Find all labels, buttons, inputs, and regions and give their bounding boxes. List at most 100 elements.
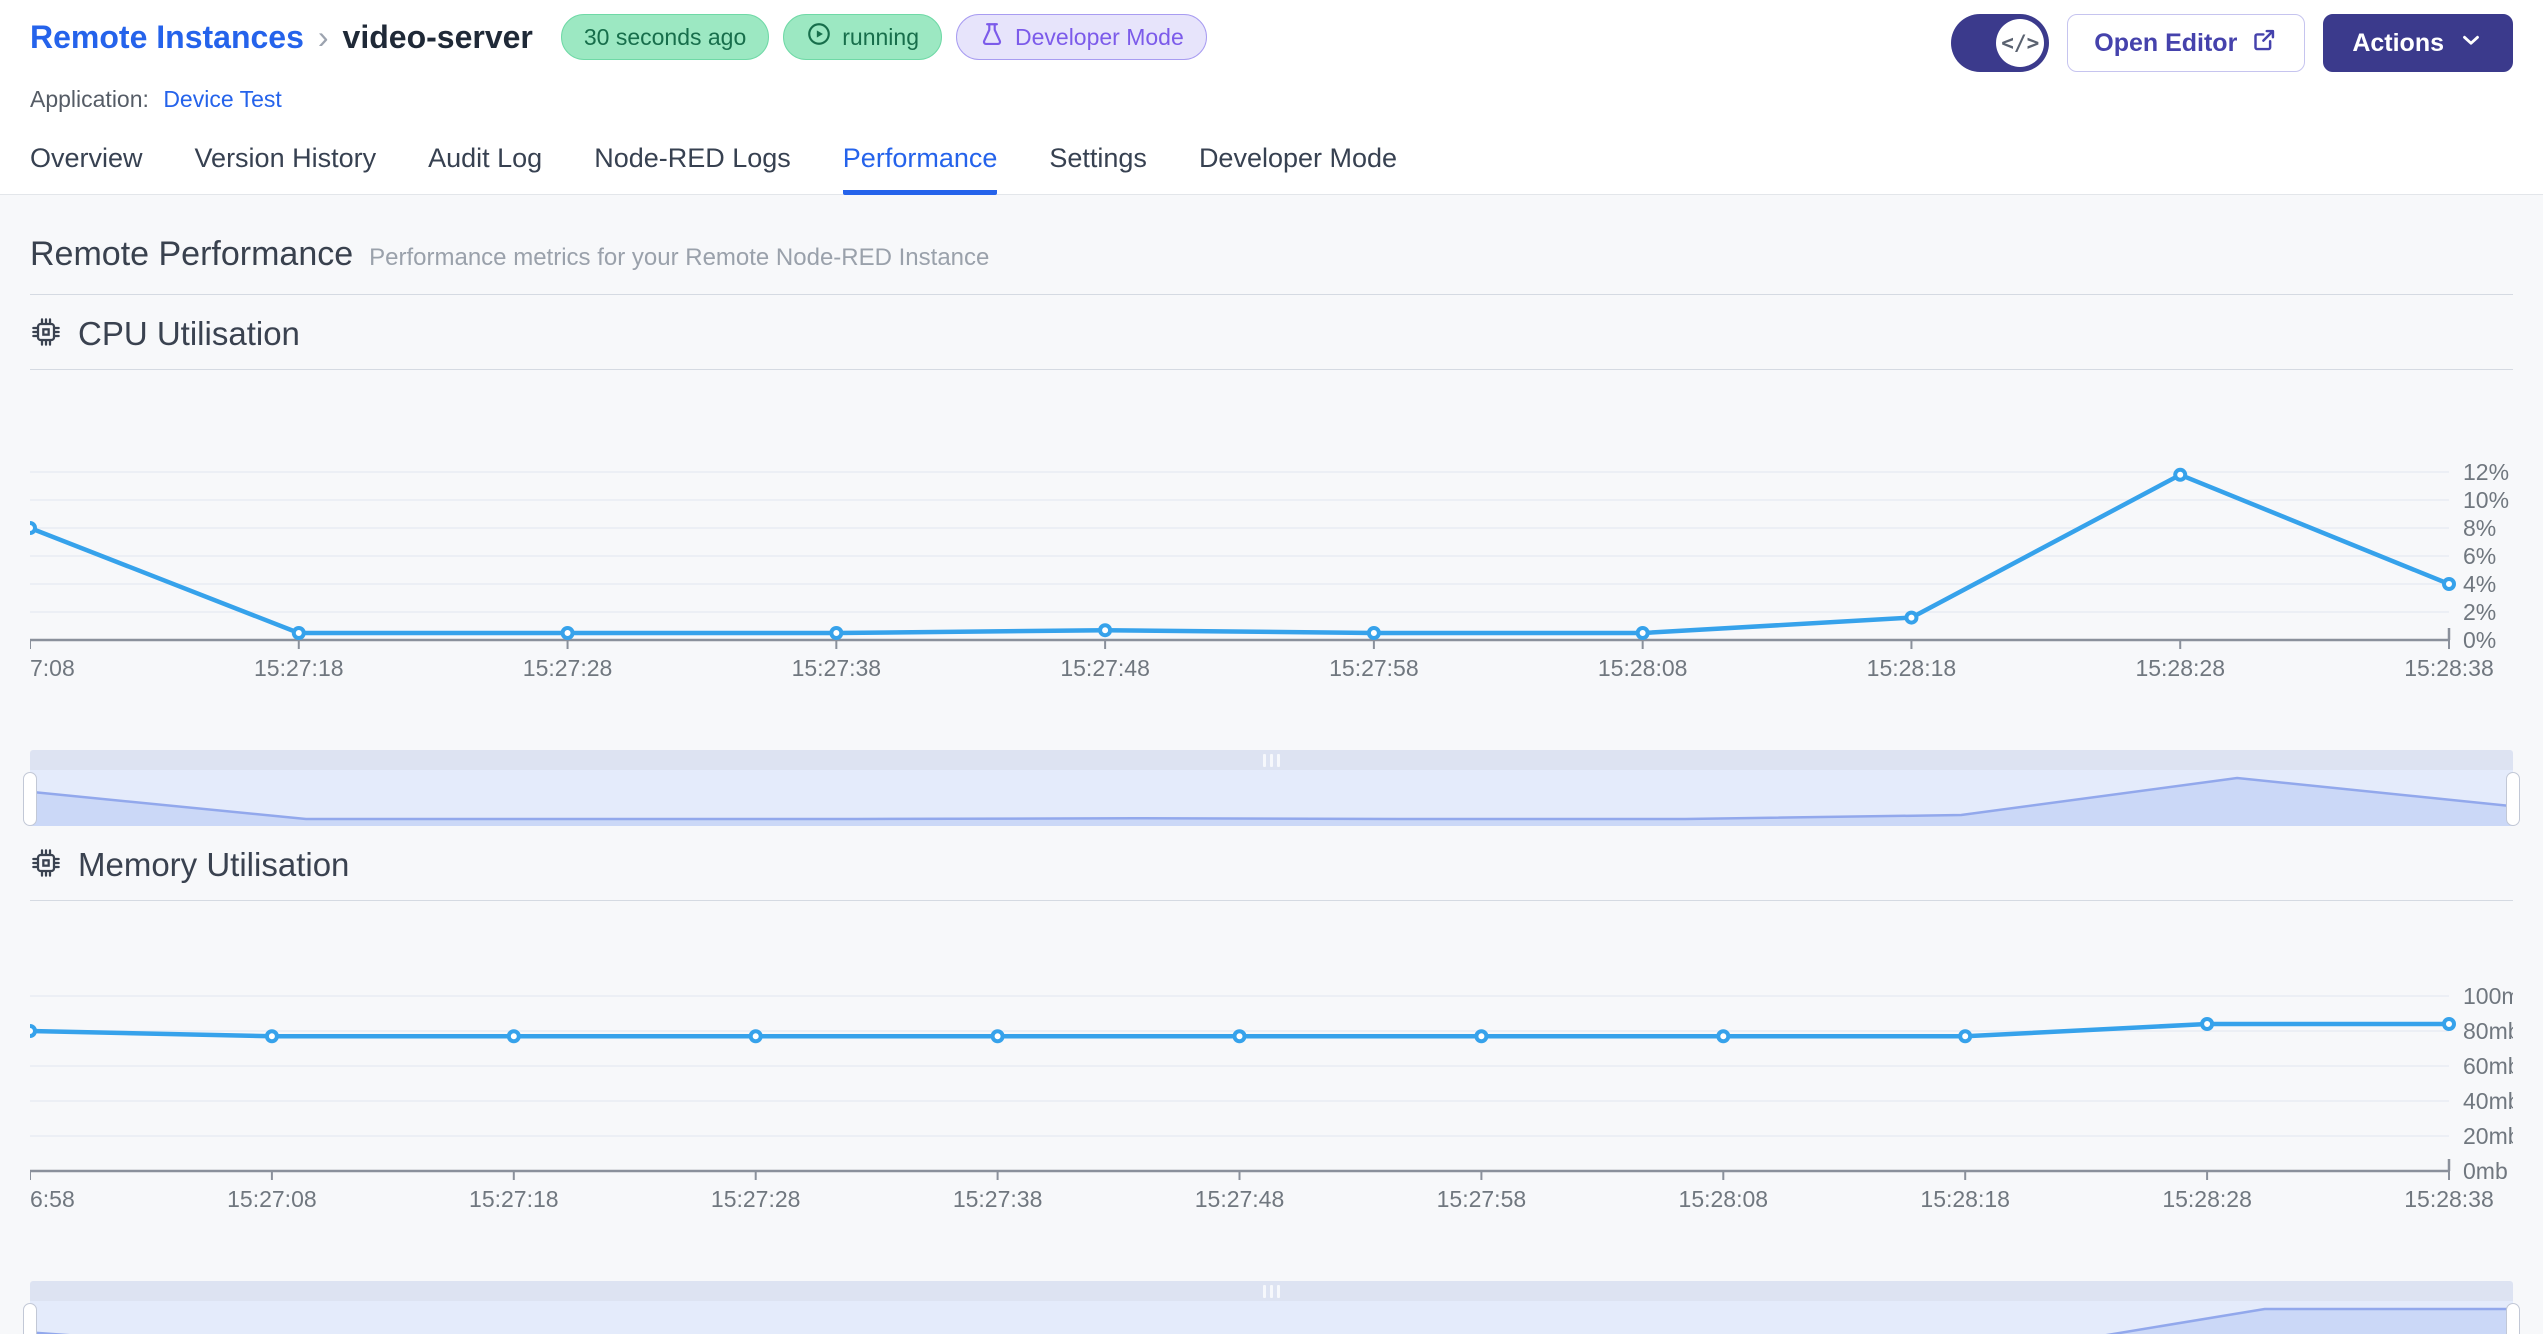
instance-name: video-server	[342, 18, 533, 55]
developer-mode-toggle[interactable]: </>	[1951, 14, 2050, 72]
divider	[30, 294, 2513, 295]
svg-text:15:28:38: 15:28:38	[2404, 655, 2494, 680]
memory-range-minimap	[30, 1307, 2513, 1334]
grip-handle-icon	[1270, 753, 1273, 767]
last-seen-badge-label: 30 seconds ago	[583, 23, 747, 50]
cpu-utilisation-chart: 15:27:08 15:27:18 15:27:28 15:27:38 15:27:48…	[30, 459, 2509, 680]
memory-range-right-handle[interactable]	[2506, 1303, 2520, 1334]
svg-text:15:27:18: 15:27:18	[469, 1186, 559, 1211]
cpu-range-track[interactable]	[30, 770, 2513, 826]
memory-section-title: Memory Utilisation	[78, 846, 350, 883]
code-icon: </>	[1996, 19, 2045, 67]
cpu-range-minimap	[30, 776, 2513, 826]
svg-text:0mb: 0mb	[2463, 1158, 2508, 1184]
svg-text:100mb: 100mb	[2463, 983, 2513, 1009]
tab-version-history[interactable]: Version History	[195, 119, 377, 195]
application-label: Application:	[30, 86, 149, 112]
cpu-range-right-handle[interactable]	[2506, 772, 2520, 826]
svg-text:15:27:48: 15:27:48	[1060, 655, 1150, 680]
page-title: Remote Performance	[30, 235, 354, 273]
svg-text:15:28:38: 15:28:38	[2404, 1186, 2494, 1211]
beaker-icon	[979, 21, 1005, 53]
page-subtitle: Performance metrics for your Remote Node…	[369, 244, 990, 271]
tab-audit-log[interactable]: Audit Log	[428, 119, 542, 195]
divider	[30, 369, 2513, 370]
cpu-range-drag-bar[interactable]	[30, 750, 2513, 770]
performance-panel: Remote Performance Performance metrics f…	[0, 195, 2543, 1334]
svg-text:15:27:28: 15:27:28	[523, 655, 613, 680]
tab-overview[interactable]: Overview	[30, 119, 143, 195]
cpu-chip-icon	[30, 847, 62, 884]
last-seen-badge: 30 seconds ago	[560, 14, 770, 60]
tab-developer-mode[interactable]: Developer Mode	[1199, 119, 1397, 195]
memory-range-track[interactable]	[30, 1301, 2513, 1334]
svg-text:15:28:28: 15:28:28	[2162, 1186, 2252, 1211]
svg-text:15:27:38: 15:27:38	[792, 655, 882, 680]
tab-performance[interactable]: Performance	[842, 119, 998, 195]
svg-text:80mb: 80mb	[2463, 1018, 2513, 1044]
header-actions: </> Open Editor Actions	[1951, 14, 2513, 72]
application-line: Application: Device Test	[30, 86, 2513, 119]
breadcrumb: Remote Instances › video-server	[30, 19, 533, 56]
developer-mode-badge: Developer Mode	[956, 14, 1207, 60]
svg-text:15:28:08: 15:28:08	[1598, 655, 1688, 680]
instance-tabs: Overview Version History Audit Log Node-…	[0, 119, 2543, 195]
svg-text:2%: 2%	[2463, 599, 2496, 625]
memory-chart-range-slider[interactable]	[23, 1281, 2520, 1334]
svg-text:15:27:58: 15:27:58	[1329, 655, 1419, 680]
divider	[30, 900, 2513, 901]
cpu-section-title: CPU Utilisation	[78, 315, 300, 352]
open-editor-button-label: Open Editor	[2094, 28, 2238, 57]
status-badges: 30 seconds ago running Developer Mode	[560, 14, 1207, 60]
grip-handle-icon	[1270, 1284, 1273, 1298]
app-window: Remote Instances › video-server 30 secon…	[0, 0, 2543, 1334]
memory-utilisation-chart: 15:26:58 15:27:08 15:27:18 15:27:28 15:27:38…	[30, 983, 2513, 1211]
svg-text:15:27:08: 15:27:08	[30, 655, 75, 680]
svg-text:15:27:58: 15:27:58	[1437, 1186, 1527, 1211]
svg-text:15:27:08: 15:27:08	[227, 1186, 317, 1211]
grip-handle-icon	[1277, 1284, 1280, 1298]
grip-handle-icon	[1263, 1284, 1266, 1298]
actions-button-label: Actions	[2352, 28, 2444, 57]
svg-text:8%: 8%	[2463, 515, 2496, 541]
external-link-icon	[2251, 26, 2278, 60]
instance-header: Remote Instances › video-server 30 secon…	[0, 0, 2543, 119]
running-status-label: running	[842, 23, 919, 50]
svg-text:15:27:38: 15:27:38	[953, 1186, 1043, 1211]
svg-text:15:28:28: 15:28:28	[2135, 655, 2225, 680]
tab-settings[interactable]: Settings	[1049, 119, 1147, 195]
tab-node-red-logs[interactable]: Node-RED Logs	[594, 119, 791, 195]
svg-text:15:28:18: 15:28:18	[1920, 1186, 2010, 1211]
cpu-chip-icon	[30, 316, 62, 353]
breadcrumb-separator-icon: ›	[317, 18, 329, 55]
play-circle-icon	[806, 21, 832, 53]
cpu-range-left-handle[interactable]	[23, 772, 37, 826]
svg-text:15:27:28: 15:27:28	[711, 1186, 801, 1211]
svg-text:6%: 6%	[2463, 543, 2496, 569]
open-editor-button[interactable]: Open Editor	[2067, 14, 2306, 72]
svg-text:4%: 4%	[2463, 571, 2496, 597]
cpu-chart-range-slider[interactable]	[23, 750, 2520, 826]
memory-range-drag-bar[interactable]	[30, 1281, 2513, 1301]
developer-mode-badge-label: Developer Mode	[1015, 23, 1184, 50]
svg-text:15:28:08: 15:28:08	[1679, 1186, 1769, 1211]
chevron-down-icon	[2458, 27, 2484, 60]
grip-handle-icon	[1277, 753, 1280, 767]
svg-text:15:26:58: 15:26:58	[30, 1186, 75, 1211]
svg-text:12%: 12%	[2463, 459, 2509, 485]
svg-text:20mb: 20mb	[2463, 1123, 2513, 1149]
actions-button[interactable]: Actions	[2323, 14, 2513, 72]
svg-text:10%: 10%	[2463, 487, 2509, 513]
svg-text:40mb: 40mb	[2463, 1088, 2513, 1114]
svg-text:0%: 0%	[2463, 627, 2496, 653]
grip-handle-icon	[1263, 753, 1266, 767]
svg-text:60mb: 60mb	[2463, 1053, 2513, 1079]
svg-text:15:28:18: 15:28:18	[1867, 655, 1957, 680]
svg-text:15:27:18: 15:27:18	[254, 655, 344, 680]
svg-text:15:27:48: 15:27:48	[1195, 1186, 1285, 1211]
breadcrumb-remote-instances-link[interactable]: Remote Instances	[30, 19, 304, 56]
memory-range-left-handle[interactable]	[23, 1303, 37, 1334]
running-status-badge: running	[783, 14, 942, 60]
application-link[interactable]: Device Test	[163, 86, 281, 112]
memory-section-header: Memory Utilisation	[30, 846, 2513, 884]
